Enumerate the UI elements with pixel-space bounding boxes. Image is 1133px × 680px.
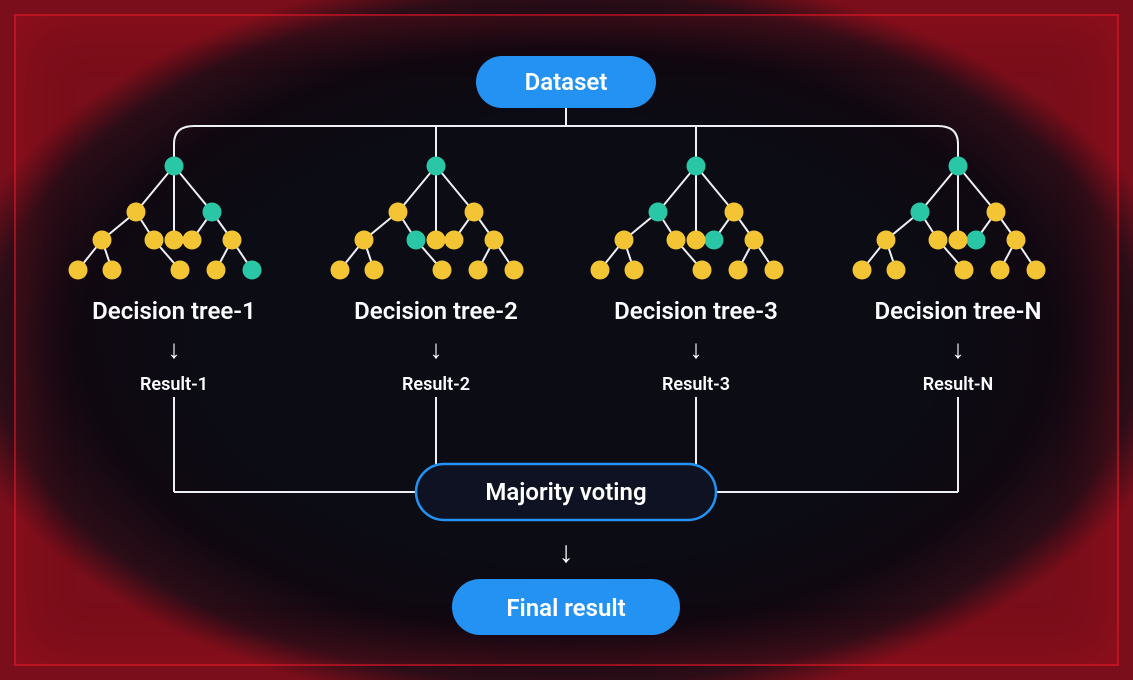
yellow-node-icon [165,231,184,250]
yellow-node-icon [1007,231,1026,250]
dataset-label: Dataset [525,68,608,96]
yellow-node-icon [693,261,712,280]
tree-label: Decision tree-3 [614,297,778,325]
yellow-node-icon [505,261,524,280]
tree-label: Decision tree-2 [354,297,518,325]
green-node-icon [649,203,668,222]
green-node-icon [427,157,446,176]
dataset-node: Dataset [476,56,656,108]
yellow-node-icon [469,261,488,280]
yellow-node-icon [183,231,202,250]
yellow-node-icon [625,261,644,280]
yellow-node-icon [615,231,634,250]
yellow-node-icon [127,203,146,222]
yellow-node-icon [729,261,748,280]
result-label: Result-2 [402,374,470,395]
yellow-node-icon [955,261,974,280]
yellow-node-icon [171,261,190,280]
yellow-node-icon [853,261,872,280]
result-label: Result-3 [662,374,730,395]
yellow-node-icon [103,261,122,280]
yellow-node-icon [365,261,384,280]
fanout-lines [174,108,958,159]
yellow-node-icon [667,231,686,250]
yellow-node-icon [207,261,226,280]
yellow-node-icon [93,231,112,250]
green-node-icon [967,231,986,250]
yellow-node-icon [465,203,484,222]
decision-tree-3: Decision tree-3 ↓ Result-3 [591,157,784,396]
green-node-icon [243,261,262,280]
yellow-node-icon [991,261,1010,280]
yellow-node-icon [877,231,896,250]
tree-label: Decision tree-N [875,297,1042,325]
arrow-icon: ↓ [690,335,703,365]
yellow-node-icon [591,261,610,280]
yellow-node-icon [445,231,464,250]
green-node-icon [911,203,930,222]
result-label: Result-N [923,374,993,395]
yellow-node-icon [687,231,706,250]
yellow-node-icon [389,203,408,222]
result-label: Result-1 [140,374,208,395]
green-node-icon [687,157,706,176]
yellow-node-icon [331,261,350,280]
yellow-node-icon [145,231,164,250]
yellow-node-icon [745,231,764,250]
green-node-icon [949,157,968,176]
yellow-node-icon [725,203,744,222]
decision-tree-1: Decision tree-1 ↓ Result-1 [69,157,262,396]
arrow-icon: ↓ [559,535,574,570]
decision-tree-4: Decision tree-N ↓ Result-N [853,157,1046,396]
yellow-node-icon [987,203,1006,222]
yellow-node-icon [433,261,452,280]
green-node-icon [203,203,222,222]
yellow-node-icon [69,261,88,280]
yellow-node-icon [887,261,906,280]
yellow-node-icon [765,261,784,280]
arrow-icon: ↓ [430,335,443,365]
yellow-node-icon [355,231,374,250]
final-result-node: Final result [452,579,680,635]
green-node-icon [407,231,426,250]
arrow-icon: ↓ [168,335,181,365]
arrow-icon: ↓ [952,335,965,365]
decision-tree-2: Decision tree-2 ↓ Result-2 [331,157,524,396]
yellow-node-icon [929,231,948,250]
green-node-icon [165,157,184,176]
yellow-node-icon [1027,261,1046,280]
yellow-node-icon [223,231,242,250]
yellow-node-icon [949,231,968,250]
majority-label: Majority voting [485,478,646,506]
final-label: Final result [506,594,625,622]
yellow-node-icon [427,231,446,250]
green-node-icon [705,231,724,250]
yellow-node-icon [485,231,504,250]
random-forest-diagram: Dataset Decision tree-1↓Result-1Decision… [14,14,1119,666]
tree-label: Decision tree-1 [92,297,256,325]
majority-voting-node: Majority voting [416,464,716,520]
